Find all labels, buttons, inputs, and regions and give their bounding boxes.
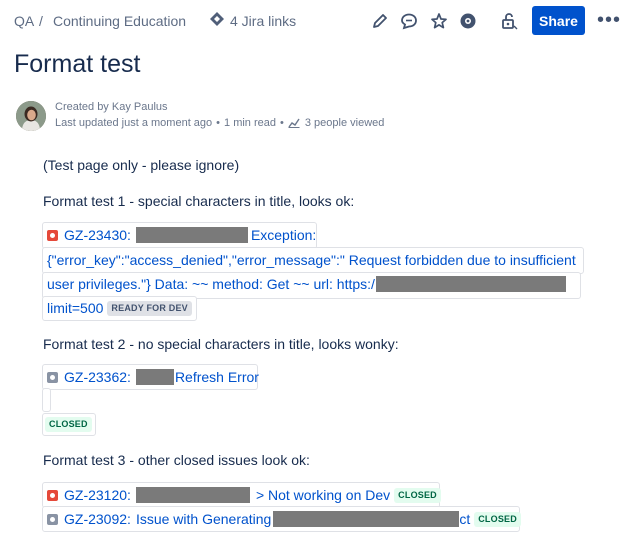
byline: Created by Kay Paulus Last updated just … — [55, 101, 384, 129]
jira-links[interactable]: 4 Jira links — [209, 11, 296, 30]
status-badge: READY FOR DEV — [107, 300, 192, 316]
jira-icon — [209, 11, 225, 30]
share-button[interactable]: Share — [532, 6, 585, 35]
issue-link-gz-23092[interactable]: GZ-23092: Issue with Generating ct CLOSE… — [47, 511, 521, 527]
status-badge: CLOSED — [474, 511, 521, 527]
issue-link-gz-23362[interactable]: GZ-23362: Refresh Error — [47, 369, 259, 385]
pencil-icon[interactable] — [369, 10, 391, 32]
analytics-icon — [288, 118, 300, 128]
star-icon[interactable] — [428, 10, 450, 32]
status-badge: CLOSED — [45, 417, 92, 432]
separator-dot: • — [216, 117, 221, 129]
breadcrumb-space[interactable]: QA — [14, 13, 34, 29]
issue-link-gz-23120[interactable]: GZ-23120: > Not working on Dev CLOSED — [47, 487, 441, 503]
bug-icon — [47, 229, 58, 241]
separator-dot: • — [280, 117, 284, 129]
task-icon — [47, 513, 58, 525]
read-time: 1 min read — [224, 117, 277, 129]
top-bar: QA / Continuing Education 4 Jira links S… — [0, 0, 640, 42]
intro-text: (Test page only - please ignore) — [43, 157, 240, 173]
format-test-3-heading: Format test 3 - other closed issues look… — [43, 452, 310, 468]
redacted-text — [135, 369, 174, 385]
issue-key: GZ-23092: — [64, 511, 131, 527]
issue-summary: Refresh Error — [174, 369, 259, 385]
issue-summary-line[interactable]: {"error_key":"access_denied","error_mess… — [47, 252, 576, 268]
issue-summary-line[interactable]: limit=500 READY FOR DEV — [47, 300, 192, 316]
issue-summary-line[interactable]: user privileges."} Data: ~~ method: Get … — [47, 276, 566, 292]
redacted-text — [135, 227, 248, 243]
issue-link-gz-23430[interactable]: GZ-23430: Exception: — [47, 227, 316, 243]
last-updated[interactable]: Last updated just a moment ago — [55, 117, 212, 129]
issue-summary: limit=500 — [47, 300, 104, 316]
issue-summary: Exception: — [250, 227, 317, 243]
created-by[interactable]: Created by Kay Paulus — [55, 101, 384, 113]
status-badge: CLOSED — [394, 487, 441, 503]
redacted-text — [273, 511, 460, 527]
issue-key: GZ-23120: — [64, 487, 131, 503]
issue-summary: user privileges."} Data: ~~ method: Get … — [47, 276, 375, 292]
issue-summary: {"error_key":"access_denied","error_mess… — [47, 252, 576, 268]
issue-key: GZ-23430: — [64, 227, 131, 243]
redacted-text — [375, 276, 566, 292]
avatar[interactable] — [16, 101, 46, 131]
empty-link-segment — [42, 388, 51, 412]
page-title: Format test — [14, 50, 141, 78]
task-icon — [47, 371, 58, 383]
format-test-2-heading: Format test 2 - no special characters in… — [43, 336, 399, 352]
bug-icon — [47, 489, 58, 501]
breadcrumb-separator: / — [39, 13, 43, 29]
more-actions-button[interactable]: ••• — [597, 10, 621, 30]
format-test-1-heading: Format test 1 - special characters in ti… — [43, 193, 355, 209]
eye-icon[interactable] — [457, 10, 479, 32]
issue-key: GZ-23362: — [64, 369, 131, 385]
comment-icon[interactable] — [398, 10, 420, 32]
unlock-icon[interactable] — [498, 10, 520, 32]
breadcrumb-page[interactable]: Continuing Education — [53, 13, 186, 29]
redacted-text — [135, 487, 250, 503]
jira-links-label: 4 Jira links — [230, 12, 297, 29]
issue-summary: > Not working on Dev — [255, 487, 391, 503]
issue-summary: Issue with Generating — [135, 511, 272, 527]
issue-status-segment[interactable]: CLOSED — [45, 417, 92, 432]
issue-summary: ct — [459, 511, 471, 527]
viewers-count[interactable]: 3 people viewed — [305, 117, 385, 129]
